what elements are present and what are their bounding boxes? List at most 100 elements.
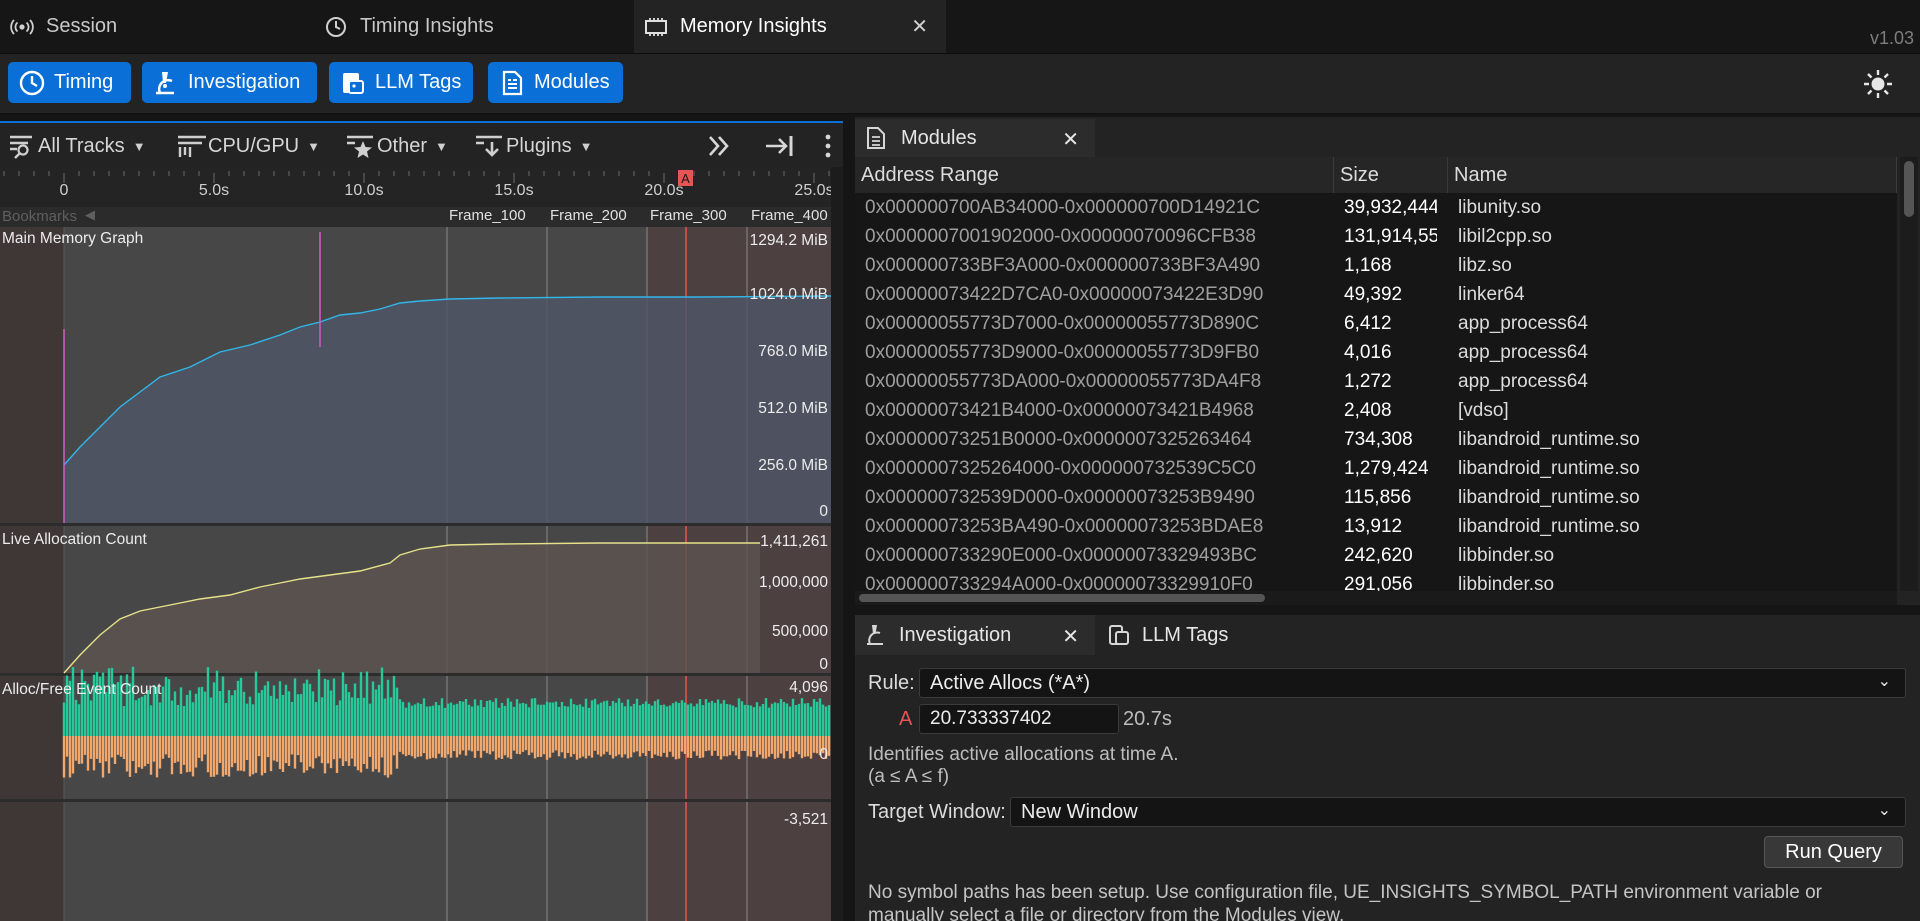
ruler-tick-label: 0: [60, 182, 69, 199]
tab-label: Modules: [901, 126, 977, 149]
close-icon[interactable]: ✕: [1062, 127, 1079, 152]
track-title-alloc-free: Alloc/Free Event Count: [2, 681, 162, 698]
table-row[interactable]: 0x00000073253BA490-0x00000073253BDAE8 13,…: [855, 512, 1897, 541]
ruler-tick-label: 20.0s: [644, 182, 683, 199]
column-header-size[interactable]: Size: [1334, 157, 1448, 193]
module-name-cell: libandroid_runtime.so: [1458, 458, 1640, 479]
chevron-down-icon: ⌄: [1877, 802, 1891, 819]
address-range-cell: 0x000000733BF3A000-0x000000733BF3A490: [865, 255, 1261, 276]
tab-investigation[interactable]: Investigation ✕: [855, 615, 1095, 655]
document-icon: [502, 70, 523, 95]
modules-button[interactable]: Modules: [488, 62, 623, 103]
timing-view-panel: All Tracks ▼ CPU/GPU ▼ Other ▼ Plugins ▼: [0, 121, 843, 921]
axis-value-label: 1294.2 MiB: [750, 232, 828, 249]
column-label: Address Range: [861, 163, 999, 186]
time-ruler[interactable]: A 0 5.0s 10.0s 15.0s 20.0s 25.0s: [0, 167, 831, 207]
address-range-cell: 0x00000073253BA490-0x00000073253BDAE8: [865, 516, 1264, 537]
time-a-input[interactable]: [919, 704, 1119, 734]
address-range-cell: 0x0000007325264000-0x000000732539C5C0: [865, 458, 1256, 479]
dropdown-label: Plugins: [506, 134, 572, 157]
vertical-scrollbar[interactable]: [831, 167, 843, 921]
table-row[interactable]: 0x000000733294A000-0x00000073329910F0 291…: [855, 570, 1897, 591]
all-tracks-dropdown[interactable]: All Tracks ▼: [8, 131, 146, 161]
track-title-main-memory: Main Memory Graph: [2, 230, 143, 247]
table-row[interactable]: 0x0000007325264000-0x000000732539C5C0 1,2…: [855, 454, 1897, 483]
table-row[interactable]: 0x000000700AB34000-0x000000700D14921C 39,…: [855, 193, 1897, 222]
tab-memory-insights[interactable]: Memory Insights ✕: [634, 0, 946, 53]
size-cell: 291,056: [1344, 574, 1413, 591]
document-icon: [867, 127, 885, 149]
horizontal-scrollbar[interactable]: [855, 591, 1897, 605]
vertical-scrollbar[interactable]: [1900, 157, 1918, 591]
column-header-address[interactable]: Address Range: [855, 157, 1334, 193]
close-icon[interactable]: ✕: [1062, 624, 1079, 649]
size-cell: 115,856: [1344, 487, 1412, 508]
address-range-cell: 0x000000733294A000-0x00000073329910F0: [865, 574, 1253, 591]
broadcast-icon: [8, 13, 36, 41]
size-cell: 39,932,444: [1344, 197, 1437, 218]
tab-llm-tags[interactable]: LLM Tags: [1098, 615, 1298, 655]
size-cell: 2,408: [1344, 400, 1392, 421]
main-toolbar: Timing Investigation LLM Tags Modules: [0, 54, 1920, 114]
plugins-dropdown[interactable]: Plugins ▼: [474, 131, 592, 161]
table-row[interactable]: 0x000000733290E000-0x00000073329493BC 242…: [855, 541, 1897, 570]
table-row[interactable]: 0x00000055773DA000-0x00000055773DA4F8 1,2…: [855, 367, 1897, 396]
module-name-cell: libunity.so: [1458, 197, 1542, 218]
module-name-cell: app_process64: [1458, 342, 1588, 363]
tab-label: Timing Insights: [360, 15, 494, 37]
rule-dropdown[interactable]: Active Allocs (*A*) ⌄: [919, 668, 1906, 698]
other-dropdown[interactable]: Other ▼: [345, 131, 448, 161]
rule-formula: (a ≤ A ≤ f): [868, 766, 950, 787]
column-header-name[interactable]: Name: [1448, 157, 1897, 193]
module-name-cell: linker64: [1458, 284, 1525, 305]
collapse-triangle-icon[interactable]: ◀: [85, 207, 95, 223]
bookmarks-label: Bookmarks: [2, 208, 78, 225]
chevron-down-icon: ▼: [307, 138, 320, 154]
expand-more-icon[interactable]: [706, 131, 732, 161]
ruler-tick-label: 25.0s: [794, 182, 831, 199]
table-row[interactable]: 0x00000073421B4000-0x00000073421B4968 2,4…: [855, 396, 1897, 425]
memory-tracks-canvas[interactable]: Main Memory Graph Live Allocation Count Al…: [0, 227, 831, 921]
document-tab-bar: Session Timing Insights Memory Insights …: [0, 0, 1920, 54]
investigation-button[interactable]: Investigation: [142, 62, 317, 103]
table-row[interactable]: 0x0000007001902000-0x00000070096CFB38 131…: [855, 222, 1897, 251]
table-row[interactable]: 0x000000733BF3A000-0x000000733BF3A490 1,1…: [855, 251, 1897, 280]
table-row[interactable]: 0x00000055773D9000-0x00000055773D9FB0 4,0…: [855, 338, 1897, 367]
tag-icon: [1109, 625, 1129, 645]
scrollbar-thumb[interactable]: [1904, 161, 1914, 217]
table-row[interactable]: 0x00000073422D7CA0-0x00000073422E3D90 49,…: [855, 280, 1897, 309]
tab-timing-insights[interactable]: Timing Insights: [314, 0, 632, 53]
size-cell: 242,620: [1344, 545, 1413, 566]
more-options-icon[interactable]: [824, 131, 832, 161]
axis-value-label: 1,411,261: [760, 533, 828, 550]
button-label: Modules: [534, 71, 610, 93]
scrollbar-thumb[interactable]: [859, 594, 1265, 602]
address-range-cell: 0x00000073422D7CA0-0x00000073422E3D90: [865, 284, 1264, 305]
address-range-cell: 0x00000055773DA000-0x00000055773DA4F8: [865, 371, 1262, 392]
module-name-cell: [vdso]: [1458, 400, 1509, 421]
llm-tags-button[interactable]: LLM Tags: [329, 62, 473, 103]
tab-modules[interactable]: Modules ✕: [855, 119, 1095, 157]
timing-view-toolbar: All Tracks ▼ CPU/GPU ▼ Other ▼ Plugins ▼: [0, 121, 843, 167]
module-name-cell: libbinder.so: [1458, 545, 1555, 566]
auto-scroll-icon[interactable]: [764, 131, 796, 161]
target-window-dropdown[interactable]: New Window ⌄: [1010, 797, 1906, 827]
target-window-value: New Window: [1021, 801, 1138, 823]
table-row[interactable]: 0x00000055773D7000-0x00000055773D890C 6,4…: [855, 309, 1897, 338]
track-title-live-allocation: Live Allocation Count: [2, 531, 147, 548]
memory-tracks-area[interactable]: Main Memory Graph Live Allocation Count Al…: [0, 227, 831, 921]
theme-toggle-icon[interactable]: [1862, 68, 1894, 105]
clock-icon: [19, 70, 45, 95]
timing-button[interactable]: Timing: [8, 62, 131, 103]
axis-value-label: 1024.0 MiB: [750, 286, 828, 303]
chip-icon: [642, 13, 670, 41]
module-name-cell: libandroid_runtime.so: [1458, 516, 1640, 537]
run-query-button[interactable]: Run Query: [1764, 836, 1903, 868]
table-row[interactable]: 0x000000732539D000-0x00000073253B9490 115…: [855, 483, 1897, 512]
cpu-gpu-dropdown[interactable]: CPU/GPU ▼: [176, 131, 320, 161]
close-icon[interactable]: ✕: [911, 14, 928, 39]
table-row[interactable]: 0x00000073251B0000-0x0000007325263464 734…: [855, 425, 1897, 454]
search-tracks-icon: [10, 135, 32, 159]
tab-session[interactable]: Session: [0, 0, 312, 53]
plugin-tracks-icon: [476, 135, 502, 157]
